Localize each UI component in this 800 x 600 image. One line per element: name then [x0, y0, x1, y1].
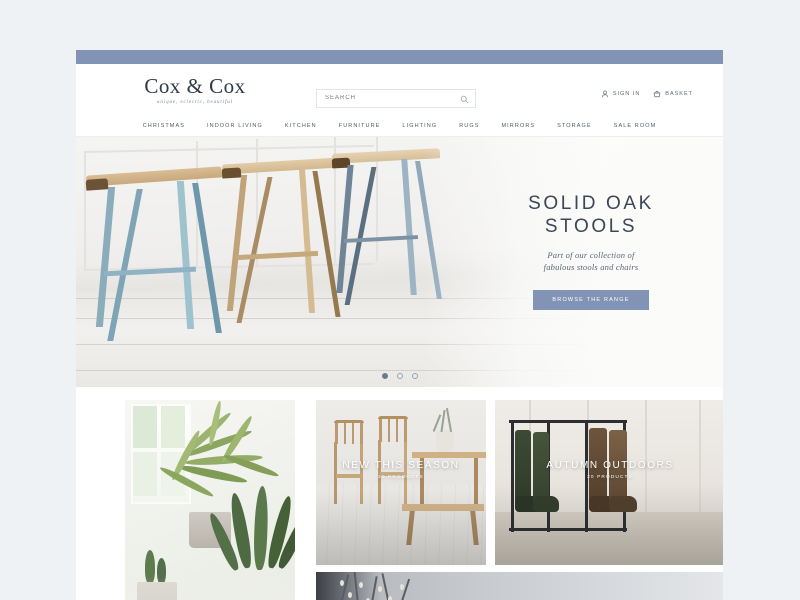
basket-label: BASKET	[665, 91, 693, 97]
tile-autumn-outdoors[interactable]: AUTUMN OUTDOORS 20 PRODUCTS	[495, 400, 723, 565]
carousel-dot-2[interactable]	[396, 373, 403, 379]
hero-title-line-1: SOLID OAK	[528, 193, 654, 214]
hero-subtitle-line-1: Part of our collection of	[547, 250, 635, 260]
tile-autumn-outdoors-image	[495, 400, 723, 565]
hero-subtitle-line-2: fabulous stools and chairs	[543, 262, 639, 272]
carousel-dot-3[interactable]	[411, 373, 418, 379]
tile-plants[interactable]	[125, 400, 295, 600]
hero-title: SOLID OAK STOOLS	[476, 192, 706, 238]
sign-in-button[interactable]: SIGN IN	[601, 90, 640, 98]
nav-item-mirrors[interactable]: MIRRORS	[502, 123, 536, 129]
stool-light-blue	[85, 165, 236, 365]
browser-chrome-bar	[76, 50, 723, 64]
tile-plants-image	[125, 400, 295, 600]
hero-carousel: SOLID OAK STOOLS Part of our collection …	[76, 137, 723, 387]
nav-item-storage[interactable]: STORAGE	[557, 123, 592, 129]
tile-new-this-season-count: 20 PRODUCTS	[378, 475, 424, 480]
basket-button[interactable]: BASKET	[653, 90, 693, 98]
hero-subtitle: Part of our collection of fabulous stool…	[476, 249, 706, 273]
main-navigation: CHRISTMAS INDOOR LIVING KITCHEN FURNITUR…	[76, 116, 723, 137]
tile-blossom-banner[interactable]	[316, 572, 723, 600]
tile-blossom-image	[316, 572, 723, 600]
account-area: SIGN IN BASKET	[601, 90, 693, 98]
nav-item-christmas[interactable]: CHRISTMAS	[143, 123, 185, 129]
hero-copy: SOLID OAK STOOLS Part of our collection …	[476, 192, 706, 310]
logo-tagline: unique, eclectic, beautiful	[157, 100, 233, 105]
tile-new-this-season-image	[316, 400, 486, 565]
nav-item-lighting[interactable]: LIGHTING	[402, 123, 437, 129]
browser-window: Cox & Cox unique, eclectic, beautiful SI…	[76, 50, 723, 600]
user-icon	[601, 90, 608, 98]
search-icon[interactable]	[460, 95, 469, 104]
hero-title-line-2: STOOLS	[544, 216, 638, 237]
category-tiles: NEW THIS SEASON 20 PRODUCTS AUTUMN OUTDO…	[76, 387, 723, 600]
sign-in-label: SIGN IN	[612, 91, 641, 97]
logo-wordmark: Cox & Cox	[144, 74, 246, 98]
site-logo[interactable]: Cox & Cox unique, eclectic, beautiful	[130, 74, 260, 106]
search-input[interactable]	[325, 90, 445, 107]
tile-new-this-season-title: NEW THIS SEASON	[342, 460, 460, 471]
tile-new-this-season-caption: NEW THIS SEASON 20 PRODUCTS	[316, 460, 486, 480]
nav-item-furniture[interactable]: FURNITURE	[339, 123, 381, 129]
basket-icon	[653, 90, 661, 98]
search-box[interactable]	[316, 89, 476, 108]
nav-item-indoor-living[interactable]: INDOOR LIVING	[207, 123, 263, 129]
nav-item-kitchen[interactable]: KITCHEN	[285, 123, 317, 129]
tile-autumn-outdoors-count: 20 PRODUCTS	[587, 475, 633, 480]
site-header: Cox & Cox unique, eclectic, beautiful SI…	[76, 64, 723, 116]
browse-the-range-button[interactable]: BROWSE THE RANGE	[533, 290, 649, 310]
tile-autumn-outdoors-caption: AUTUMN OUTDOORS 20 PRODUCTS	[495, 460, 723, 480]
nav-item-rugs[interactable]: RUGS	[459, 123, 479, 129]
carousel-dot-1[interactable]	[381, 373, 388, 379]
carousel-dots	[76, 373, 723, 379]
nav-item-sale-room[interactable]: SALE ROOM	[614, 123, 657, 129]
tile-autumn-outdoors-title: AUTUMN OUTDOORS	[546, 460, 674, 471]
tile-new-this-season[interactable]: NEW THIS SEASON 20 PRODUCTS	[316, 400, 486, 565]
